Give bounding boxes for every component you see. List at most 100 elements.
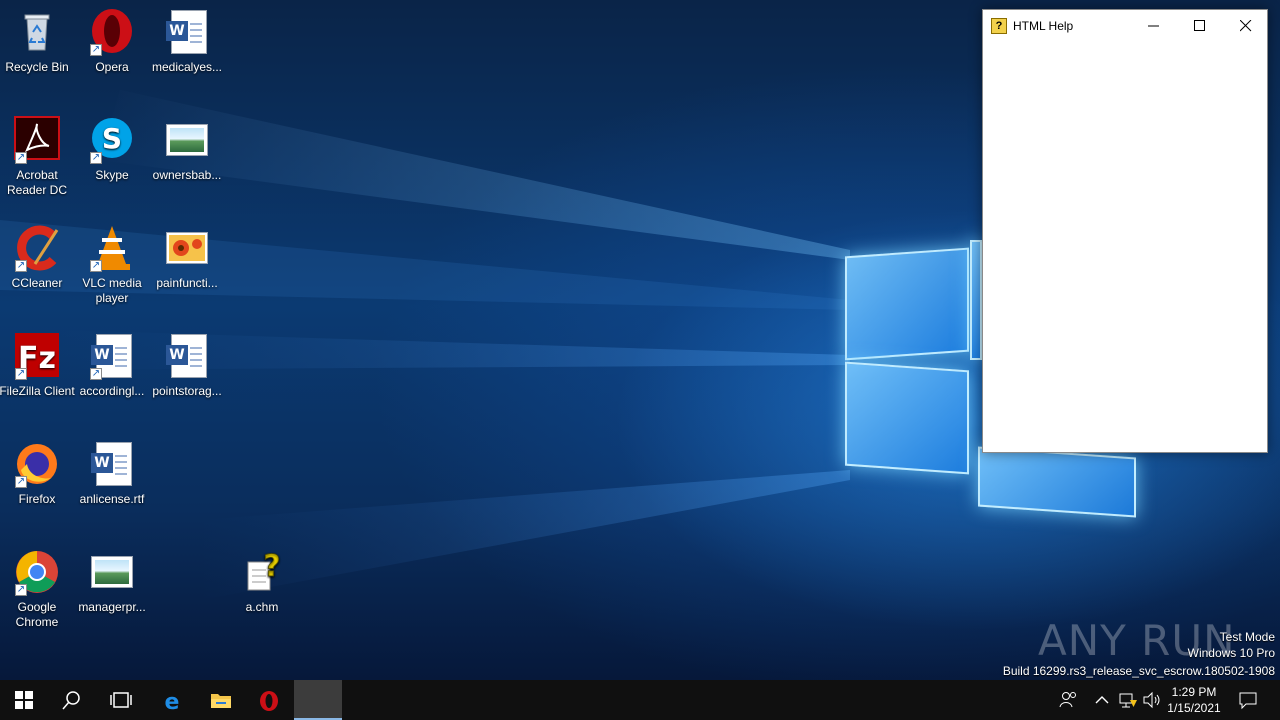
- people-icon: [1059, 692, 1076, 708]
- watermark-test-mode: Test Mode: [1219, 630, 1275, 644]
- people-button[interactable]: [1058, 690, 1078, 710]
- desktop-icon-recycle-bin[interactable]: Recycle Bin: [0, 8, 75, 75]
- watermark-build: Build 16299.rs3_release_svc_escrow.18050…: [1002, 664, 1275, 678]
- desktop-icon-managerpr[interactable]: managerpr...: [74, 548, 150, 615]
- chevron-up-icon: [1095, 696, 1109, 704]
- opera-icon: [260, 691, 278, 711]
- firefox-icon: ↗: [13, 440, 61, 488]
- image-file-icon: [163, 224, 211, 272]
- desktop-icon-ccleaner[interactable]: ↗ CCleaner: [0, 224, 75, 291]
- window-title: HTML Help: [1013, 19, 1074, 33]
- task-view-button[interactable]: [96, 680, 144, 720]
- desktop-icon-ownersbab[interactable]: ownersbab...: [149, 116, 225, 183]
- opera-taskbar-button[interactable]: [245, 680, 293, 720]
- word-document-icon: W: [163, 8, 211, 56]
- anyrun-watermark-logo: ANY RUN: [1038, 606, 1248, 672]
- html-help-taskbar-button[interactable]: [294, 680, 342, 720]
- word-document-icon: W: [163, 332, 211, 380]
- svg-text:S: S: [102, 122, 122, 155]
- close-icon: [1240, 20, 1252, 32]
- maximize-button[interactable]: [1177, 10, 1223, 42]
- recycle-bin-icon: [13, 8, 61, 56]
- logo-pane-top-left: [845, 247, 969, 361]
- desktop-icon-label: Recycle Bin: [5, 60, 69, 74]
- edge-icon: e: [165, 690, 180, 712]
- action-center-button[interactable]: [1238, 690, 1258, 710]
- vlc-icon: ↗: [88, 224, 136, 272]
- shortcut-arrow-icon: ↗: [90, 152, 102, 164]
- file-explorer-taskbar-button[interactable]: [196, 680, 244, 720]
- shortcut-arrow-icon: ↗: [15, 476, 27, 488]
- image-file-icon: [88, 548, 136, 596]
- shortcut-arrow-icon: ↗: [90, 368, 102, 380]
- desktop-icon-anlicense[interactable]: W anlicense.rtf: [74, 440, 150, 507]
- logo-pane-bottom-left: [845, 361, 969, 475]
- desktop-icon-label: ownersbab...: [152, 168, 222, 182]
- desktop-icon-acrobat[interactable]: ↗ Acrobat Reader DC: [0, 116, 75, 198]
- shortcut-arrow-icon: ↗: [15, 152, 27, 164]
- desktop-icon-label: Opera: [95, 60, 129, 74]
- chm-help-file-icon: ?: [238, 548, 286, 596]
- start-button[interactable]: [0, 680, 48, 720]
- network-button[interactable]: [1118, 690, 1138, 710]
- desktop-icon-firefox[interactable]: ↗ Firefox: [0, 440, 75, 507]
- shortcut-arrow-icon: ↗: [15, 584, 27, 596]
- desktop-icon-vlc[interactable]: ↗ VLC media player: [74, 224, 150, 306]
- network-icon: [1119, 693, 1137, 708]
- desktop-icon-label: VLC media player: [82, 276, 142, 305]
- search-icon: [62, 691, 80, 710]
- desktop-icon-label: pointstorag...: [152, 384, 222, 398]
- shortcut-arrow-icon: ↗: [15, 260, 27, 272]
- desktop-icon-label: FileZilla Client: [0, 384, 75, 398]
- window-titlebar[interactable]: ? HTML Help: [983, 10, 1267, 42]
- desktop-icon-label: Google Chrome: [15, 600, 59, 629]
- maximize-icon: [1194, 20, 1205, 31]
- desktop-icon-pointstorag[interactable]: W pointstorag...: [149, 332, 225, 399]
- desktop-icon-skype[interactable]: S ↗ Skype: [74, 116, 150, 183]
- svg-text:e: e: [165, 690, 180, 712]
- clock-date: 1/15/2021: [1167, 701, 1221, 715]
- word-document-icon: W: [88, 440, 136, 488]
- taskbar-clock[interactable]: 1:29 PM 1/15/2021: [1158, 684, 1230, 716]
- chrome-icon: ↗: [13, 548, 61, 596]
- desktop-icon-filezilla[interactable]: Fz ↗ FileZilla Client: [0, 332, 75, 399]
- desktop-icon-label: CCleaner: [11, 276, 63, 290]
- action-center-icon: [1239, 692, 1257, 710]
- image-file-icon: [163, 116, 211, 164]
- word-document-icon: W ↗: [88, 332, 136, 380]
- desktop-icon-chrome[interactable]: ↗ Google Chrome: [0, 548, 75, 630]
- opera-icon: ↗: [88, 8, 136, 56]
- window-content-area[interactable]: [983, 42, 1267, 452]
- help-app-icon: ?: [991, 18, 1007, 34]
- acrobat-reader-icon: ↗: [13, 116, 61, 164]
- minimize-icon: [1148, 25, 1159, 27]
- desktop-icon-label: accordingl...: [79, 384, 145, 398]
- logo-pane-top-right: [970, 240, 982, 360]
- shortcut-arrow-icon: ↗: [90, 260, 102, 272]
- close-button[interactable]: [1223, 10, 1269, 42]
- edge-taskbar-button[interactable]: e: [147, 680, 195, 720]
- desktop-icon-label: a.chm: [245, 600, 279, 614]
- desktop-icon-label: managerpr...: [78, 600, 146, 614]
- desktop-icon-label: Firefox: [18, 492, 56, 506]
- desktop-icon-accordingl[interactable]: W ↗ accordingl...: [74, 332, 150, 399]
- desktop-icon-label: painfuncti...: [156, 276, 218, 290]
- desktop-icon-painfuncti[interactable]: painfuncti...: [149, 224, 225, 291]
- ccleaner-icon: ↗: [13, 224, 61, 272]
- svg-text:?: ?: [263, 549, 280, 584]
- show-hidden-icons-button[interactable]: [1094, 690, 1114, 710]
- skype-icon: S ↗: [88, 116, 136, 164]
- shortcut-arrow-icon: ↗: [90, 44, 102, 56]
- desktop-icon-label: medicalyes...: [151, 60, 223, 74]
- file-explorer-icon: [211, 694, 231, 708]
- search-button[interactable]: [48, 680, 96, 720]
- desktop-icon-a-chm[interactable]: ? a.chm: [224, 548, 300, 615]
- start-icon: [15, 691, 33, 709]
- desktop-icon-medicalyes[interactable]: W medicalyes...: [149, 8, 225, 75]
- minimize-button[interactable]: [1131, 10, 1177, 42]
- watermark-edition: Windows 10 Pro: [1187, 646, 1275, 660]
- html-help-window[interactable]: ? HTML Help: [982, 9, 1268, 453]
- desktop-icon-label: Acrobat Reader DC: [6, 168, 68, 197]
- desktop-icon-opera[interactable]: ↗ Opera: [74, 8, 150, 75]
- filezilla-icon: Fz ↗: [13, 332, 61, 380]
